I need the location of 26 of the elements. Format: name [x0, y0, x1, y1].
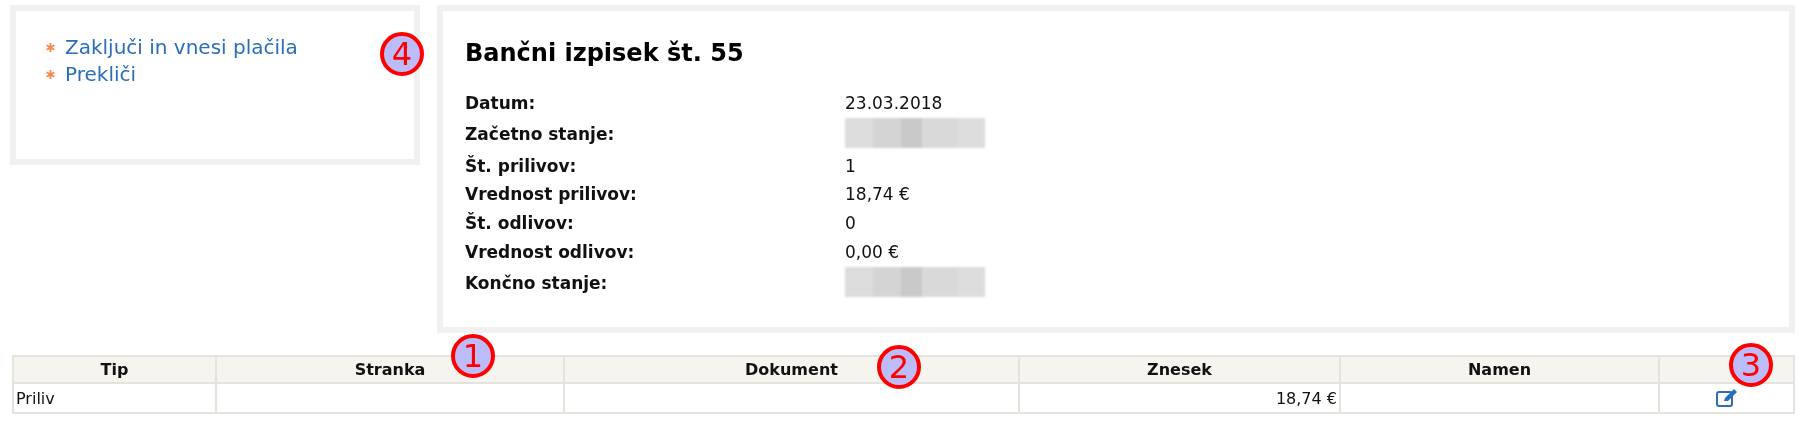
action-link[interactable]: Prekliči [65, 62, 137, 86]
field-label: Št. odlivov: [465, 211, 575, 236]
edit-icon[interactable] [1715, 388, 1738, 408]
bullet-icon [46, 69, 55, 79]
callout-marker: 3 [1729, 343, 1773, 387]
table-cell: Priliv [13, 383, 216, 413]
field-label: Datum: [465, 92, 537, 115]
field-label: Začetno stanje: [465, 123, 616, 147]
statement-title: Bančni izpisek št. 55 [465, 39, 745, 67]
column-header: Namen [1340, 356, 1659, 383]
field-value: 0 [845, 213, 856, 234]
column-header: Tip [13, 356, 216, 383]
column-header: Znesek [1019, 356, 1340, 383]
field-value: 1 [845, 155, 856, 176]
field-label: Št. prilivov: [465, 154, 578, 178]
callout-marker: 2 [877, 345, 921, 389]
callout-marker: 4 [380, 32, 424, 76]
field-label: Vrednost prilivov: [465, 183, 638, 207]
table-cell: 18,74 € [1019, 383, 1340, 413]
field-label: Končno stanje: [465, 272, 609, 296]
field-value: 0,00 € [845, 241, 900, 262]
action-link[interactable]: Zaključi in vnesi plačila [65, 35, 298, 59]
bullet-icon [46, 42, 55, 52]
field-value: 18,74 € [845, 184, 910, 205]
field-value: 23.03.2018 [845, 93, 943, 113]
field-label: Vrednost odlivov: [465, 240, 636, 264]
